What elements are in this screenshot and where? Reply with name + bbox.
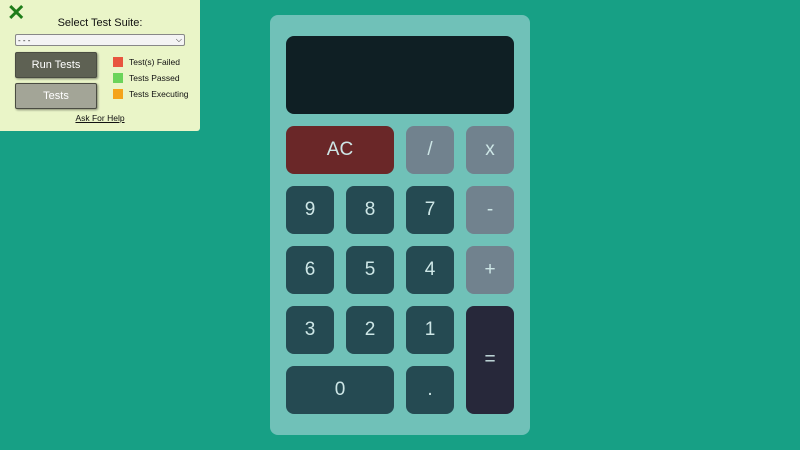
calculator-display [286,36,514,114]
digit-4-button[interactable]: 4 [406,246,454,294]
equals-button[interactable]: = [466,306,514,414]
passed-swatch [113,73,123,83]
digit-2-button[interactable]: 2 [346,306,394,354]
clear-button[interactable]: AC [286,126,394,174]
subtract-button[interactable]: - [466,186,514,234]
calculator: AC / x 9 8 7 - 6 5 4 + 3 2 1 = 0 . [270,15,530,435]
digit-9-button[interactable]: 9 [286,186,334,234]
chevron-down-icon: ⌵ [175,35,182,44]
executing-swatch [113,89,123,99]
legend-executing-label: Tests Executing [129,89,189,99]
legend-passed: Tests Passed [113,73,180,83]
test-suite-select[interactable]: - - - ⌵ [15,34,185,46]
legend-failed: Test(s) Failed [113,57,180,67]
tests-button[interactable]: Tests [15,83,97,109]
digit-6-button[interactable]: 6 [286,246,334,294]
decimal-button[interactable]: . [406,366,454,414]
test-suite-select-value: - - - [18,35,31,45]
digit-3-button[interactable]: 3 [286,306,334,354]
legend-passed-label: Tests Passed [129,73,180,83]
digit-5-button[interactable]: 5 [346,246,394,294]
add-button[interactable]: + [466,246,514,294]
panel-title: Select Test Suite: [57,17,143,29]
divide-button[interactable]: / [406,126,454,174]
multiply-button[interactable]: x [466,126,514,174]
run-tests-button[interactable]: Run Tests [15,52,97,78]
legend-executing: Tests Executing [113,89,189,99]
legend-failed-label: Test(s) Failed [129,57,181,67]
digit-7-button[interactable]: 7 [406,186,454,234]
ask-for-help-link[interactable]: Ask For Help [0,113,200,123]
test-suite-panel: ✕ Select Test Suite: - - - ⌵ Run Tests T… [0,0,200,131]
failed-swatch [113,57,123,67]
digit-1-button[interactable]: 1 [406,306,454,354]
digit-0-button[interactable]: 0 [286,366,394,414]
digit-8-button[interactable]: 8 [346,186,394,234]
